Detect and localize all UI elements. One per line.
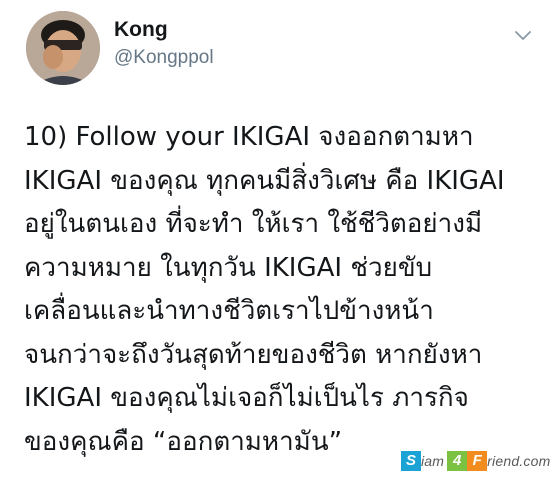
user-handle[interactable]: @Kongppol — [114, 46, 214, 70]
tweet-text-line: 10) Follow your IKIGAI จงออกตามหา — [24, 122, 474, 152]
watermark-four: 4 — [447, 451, 468, 471]
tweet-text-line: ความหมาย ในทุกวัน IKIGAI ช่วยขับ — [24, 252, 433, 283]
avatar-image — [26, 11, 100, 85]
tweet-card: Kong @Kongppol 10) Follow your IKIGAI จง… — [0, 0, 559, 480]
watermark-s: S — [401, 451, 421, 471]
chevron-down-icon[interactable] — [512, 24, 534, 46]
watermark-riend: riend.com — [487, 453, 551, 469]
tweet-text: 10) Follow your IKIGAI จงออกตามหา IKIGAI… — [24, 116, 554, 464]
tweet-text-line: เคลื่อนและนำทางชีวิตเราไปข้างหน้า — [24, 296, 434, 326]
tweet-text-line: จนกว่าจะถึงวันสุดท้ายของชีวิต หากยังหา — [24, 339, 483, 370]
watermark-logo: S iam 4 F riend.com — [401, 450, 550, 472]
tweet-text-line: IKIGAI ของคุณไม่เจอก็ไม่เป็นไร ภารกิจ — [24, 383, 469, 413]
watermark-f: F — [467, 451, 488, 471]
watermark-iam: iam — [421, 453, 445, 469]
display-name[interactable]: Kong — [114, 18, 168, 42]
tweet-text-line: อยู่ในตนเอง ที่จะทำ ให้เรา ใช้ชีวิตอย่าง… — [24, 209, 483, 239]
avatar[interactable] — [26, 11, 100, 85]
tweet-text-line: IKIGAI ของคุณ ทุกคนมีสิ่งวิเศษ คือ IKIGA… — [24, 165, 505, 196]
